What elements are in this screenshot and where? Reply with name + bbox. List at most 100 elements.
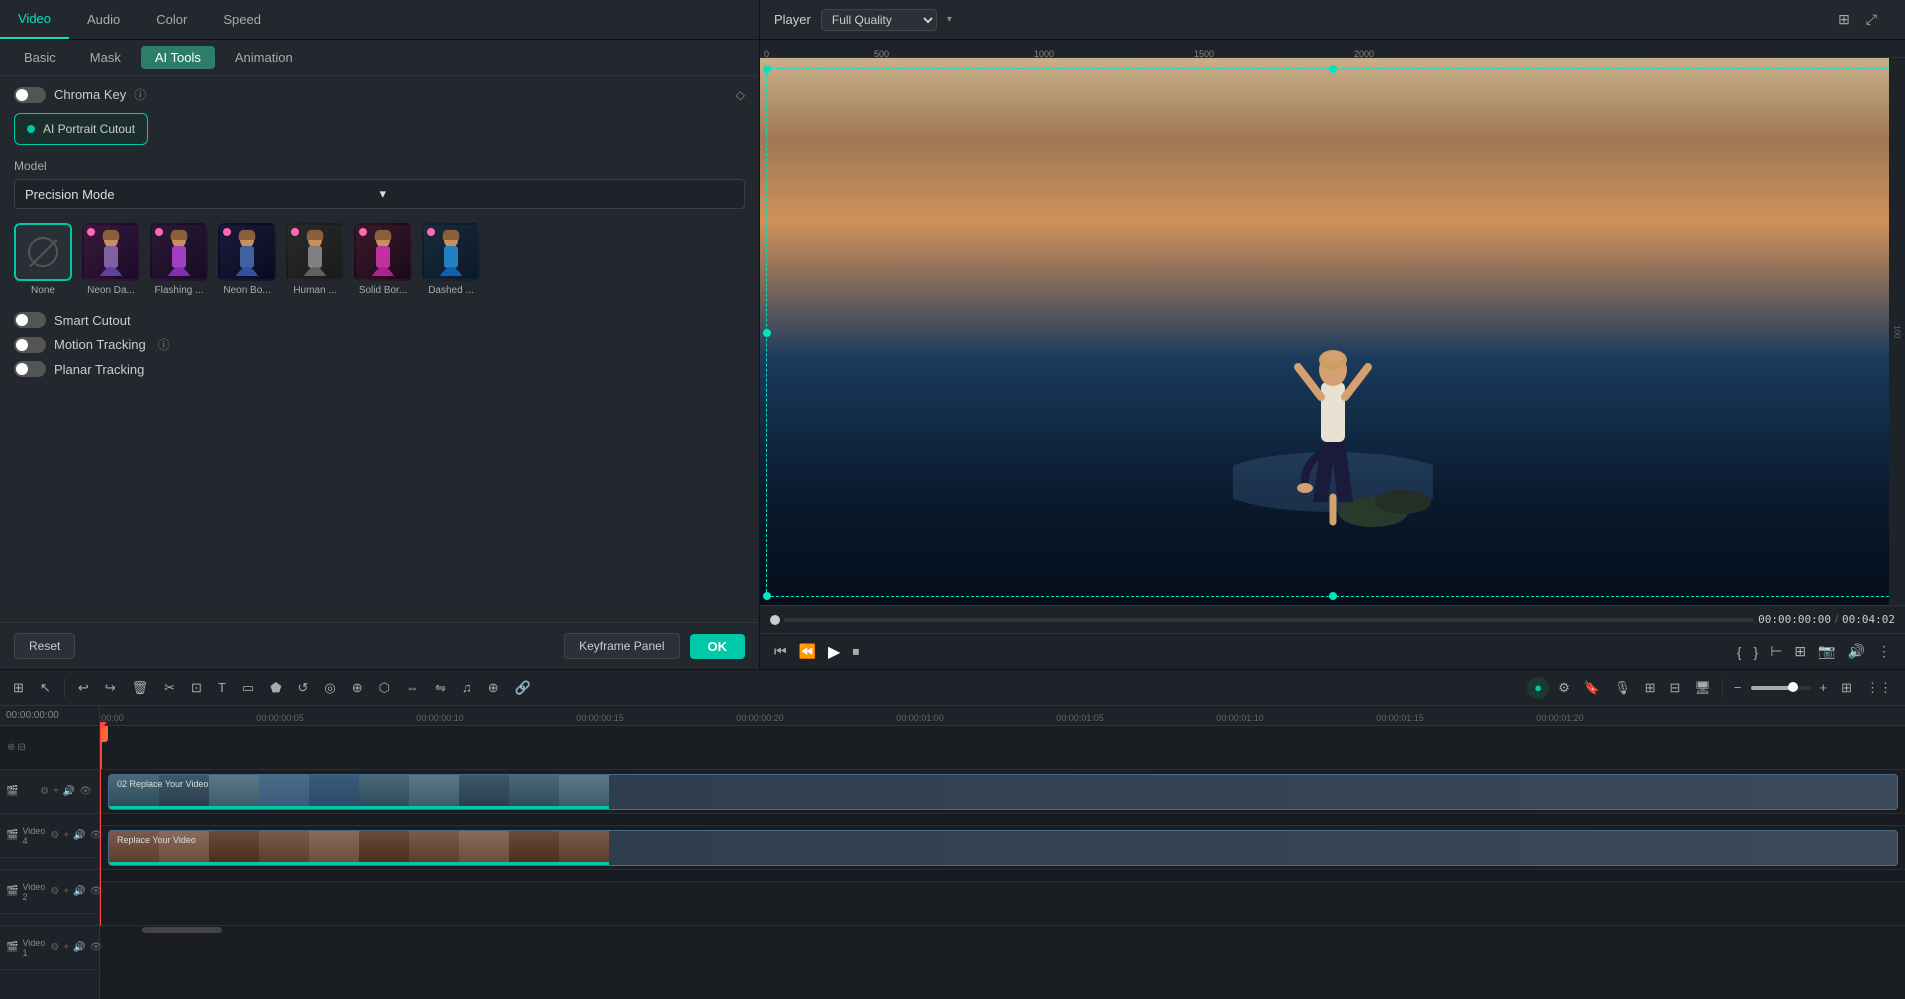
tool-delete[interactable]: 🗑 [127, 677, 154, 699]
tool-arrow[interactable]: ↖ [35, 677, 56, 699]
crop-icon[interactable]: ⊞ [1790, 641, 1810, 662]
reset-button[interactable]: Reset [14, 633, 75, 659]
play-button[interactable]: ▶ [824, 640, 844, 664]
track-4-add[interactable]: + [62, 829, 70, 842]
tool-split[interactable]: ⊡ [186, 677, 207, 699]
tool-select[interactable]: ⊞ [8, 677, 29, 699]
bookmark-icon[interactable]: 🔖 [1579, 677, 1605, 699]
bracket-start-icon[interactable]: { [1733, 641, 1746, 662]
effect-neon-bo[interactable]: Neon Bo... [218, 223, 276, 296]
chroma-key-help-icon[interactable]: ⓘ [134, 86, 146, 103]
player-label: Player [774, 12, 811, 27]
track-2-add[interactable]: + [62, 885, 70, 898]
more-options-icon[interactable]: ⋮⋮ [1861, 677, 1897, 699]
planar-tracking-toggle[interactable] [14, 361, 46, 377]
zoom-out-icon[interactable]: − [1729, 677, 1747, 698]
playhead[interactable] [100, 726, 101, 926]
grid-view-icon[interactable]: ⊞ [1834, 9, 1854, 30]
ok-button[interactable]: OK [690, 634, 746, 659]
tool-keyframe[interactable]: ◎ [319, 677, 340, 699]
smart-cutout-toggle[interactable] [14, 312, 46, 328]
snapshot-icon[interactable]: 📷 [1814, 641, 1839, 662]
add-track-button[interactable]: ⊕ [6, 741, 16, 754]
quality-select[interactable]: Full Quality Half Quality Quarter Qualit… [821, 9, 937, 31]
stop-button[interactable]: ⏹ [848, 641, 863, 662]
trim-icon[interactable]: ⊢ [1766, 641, 1786, 662]
motion-tracking-help-icon[interactable]: ⓘ [158, 336, 170, 353]
track-5-speaker[interactable]: 🔊 [62, 785, 76, 798]
tool-cut[interactable]: ✂ [159, 677, 180, 699]
track-5-settings[interactable]: ⚙ [39, 785, 50, 798]
tool-effects[interactable]: ⬡ [374, 677, 395, 699]
effect-dashed[interactable]: Dashed ... [422, 223, 480, 296]
clip-video-2[interactable]: Replace Your Video [108, 830, 1898, 866]
tab-audio[interactable]: Audio [69, 0, 138, 39]
track-1-add[interactable]: + [62, 941, 70, 954]
tab-video[interactable]: Video [0, 0, 69, 39]
progress-handle[interactable] [770, 615, 780, 625]
tool-shape[interactable]: ▭ [237, 677, 259, 699]
zoom-handle[interactable] [1788, 682, 1798, 692]
zoom-in-icon[interactable]: + [1815, 677, 1833, 698]
chroma-key-toggle[interactable] [14, 87, 46, 103]
track-1-settings[interactable]: ⚙ [49, 941, 60, 954]
volume-icon[interactable]: 🔊 [1844, 641, 1869, 662]
player-bar: Player Full Quality Half Quality Quarter… [760, 0, 1905, 39]
tool-redo[interactable]: ↪ [100, 677, 121, 699]
record-button[interactable]: ● [1527, 677, 1549, 699]
tool-undo[interactable]: ↩ [73, 677, 94, 699]
screen-icon[interactable]: 🖥 [1689, 677, 1716, 699]
maximize-icon[interactable]: ⤢ [1862, 9, 1881, 30]
track-4-settings[interactable]: ⚙ [49, 829, 60, 842]
scrollbar-thumb[interactable] [142, 927, 222, 933]
motion-tracking-toggle[interactable] [14, 337, 46, 353]
prev-frame-button[interactable]: ⏮ [770, 641, 791, 662]
track-layers-button[interactable]: ⊟ [16, 741, 26, 754]
import-icon[interactable]: ⊞ [1640, 677, 1661, 699]
tab-speed[interactable]: Speed [205, 0, 279, 39]
zoom-slider[interactable] [1751, 686, 1811, 690]
track-2-settings[interactable]: ⚙ [49, 885, 60, 898]
tab-color[interactable]: Color [138, 0, 205, 39]
tab-mask[interactable]: Mask [76, 46, 135, 69]
track-2-speaker[interactable]: 🔊 [72, 885, 86, 898]
tab-basic[interactable]: Basic [10, 46, 70, 69]
ai-portrait-cutout-card[interactable]: AI Portrait Cutout [14, 113, 148, 145]
track-5-eye[interactable]: 👁 [78, 785, 93, 798]
tool-audio[interactable]: ♫ [457, 677, 477, 698]
settings-icon[interactable]: ⚙ [1553, 677, 1575, 699]
tool-color[interactable]: ⇋ [430, 677, 451, 699]
tool-crop[interactable]: ⬟ [265, 677, 286, 699]
tool-transitions[interactable]: ⇔ [401, 677, 424, 698]
effect-none[interactable]: None [14, 223, 72, 296]
tab-animation[interactable]: Animation [221, 46, 307, 69]
tool-motion[interactable]: ⊕ [347, 677, 368, 699]
tracks-content[interactable]: 00:00:00:00 00:00:00:05 00:00:00:10 00:0… [100, 706, 1905, 999]
model-dropdown[interactable]: Precision Mode ▾ [14, 179, 745, 209]
track-5-add[interactable]: + [52, 785, 60, 798]
tab-ai-tools[interactable]: AI Tools [141, 46, 215, 69]
effect-human[interactable]: Human ... [286, 223, 344, 296]
tool-sep-right [1722, 678, 1723, 698]
keyframe-panel-button[interactable]: Keyframe Panel [564, 633, 679, 659]
effect-neon-da[interactable]: Neon Da... [82, 223, 140, 296]
skip-back-button[interactable]: ⏪ [795, 641, 820, 662]
track-1-speaker[interactable]: 🔊 [72, 941, 86, 954]
horizontal-scrollbar[interactable] [100, 926, 1905, 934]
effect-solid-bor[interactable]: Solid Bor... [354, 223, 412, 296]
grid-icon[interactable]: ⊞ [1836, 677, 1857, 699]
tool-add[interactable]: ⊕ [483, 677, 504, 699]
more-icon[interactable]: ⋮ [1873, 641, 1895, 662]
export-icon[interactable]: ⊟ [1664, 677, 1685, 699]
tool-text[interactable]: T [213, 677, 231, 698]
planar-tracking-label: Planar Tracking [54, 362, 144, 377]
tool-link[interactable]: 🔗 [510, 677, 536, 699]
tool-rotate[interactable]: ↺ [293, 677, 314, 699]
effect-label-neon-da: Neon Da... [87, 285, 135, 296]
bracket-end-icon[interactable]: } [1750, 641, 1763, 662]
effect-flashing[interactable]: Flashing ... [150, 223, 208, 296]
mic-icon[interactable]: 🎙 [1609, 677, 1636, 699]
track-4-speaker[interactable]: 🔊 [72, 829, 86, 842]
clip-video-4[interactable]: 02 Replace Your Video [108, 774, 1898, 810]
progress-bar[interactable] [784, 618, 1754, 622]
